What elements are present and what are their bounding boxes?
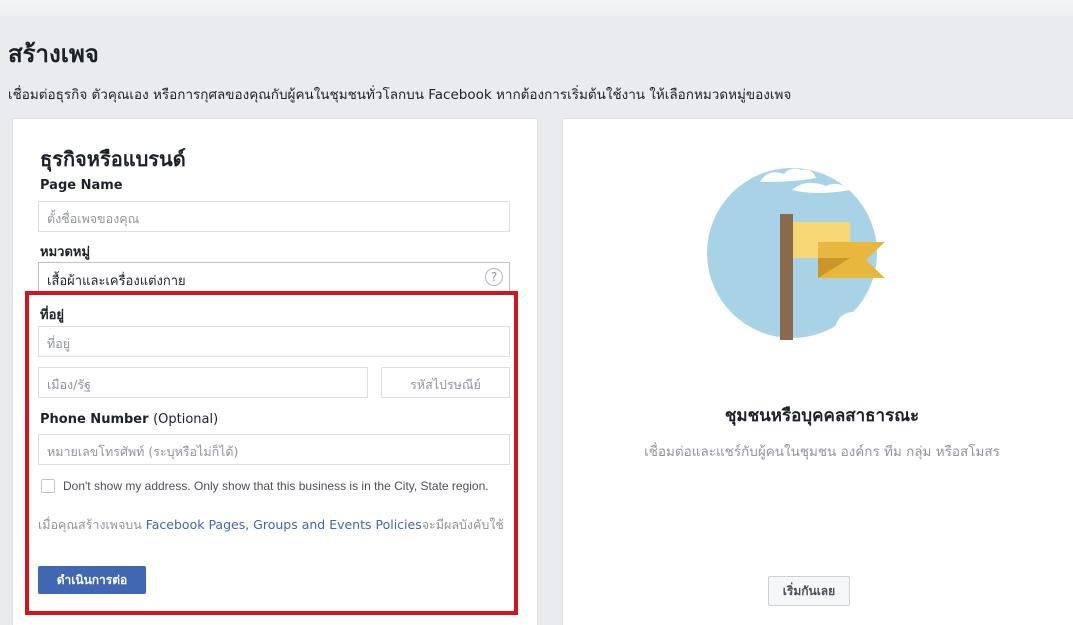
top-banner	[0, 0, 1073, 16]
category-value: เสื้อผ้าและเครื่องแต่งกาย	[47, 274, 186, 289]
community-card-description: เชื่อมต่อและแชร์กับผู้คนในชุมชน องค์กร ท…	[644, 444, 1000, 460]
continue-button[interactable]: ดำเนินการต่อ	[38, 566, 146, 594]
page-name-label: Page Name	[40, 178, 123, 193]
policy-suffix: จะมีผลบังคับใช้	[421, 517, 504, 532]
zip-input[interactable]: รหัสไปรษณีย์	[381, 367, 510, 398]
address-input[interactable]: ที่อยู่	[38, 326, 510, 357]
category-label: หมวดหมู่	[40, 245, 91, 260]
policy-prefix: เมื่อคุณสร้างเพจบน	[38, 517, 146, 532]
page-name-input[interactable]: ตั้งชื่อเพจของคุณ	[38, 201, 510, 232]
community-card-title: ชุมชนหรือบุคคลสาธารณะ	[724, 406, 920, 426]
flag-icon	[707, 168, 937, 340]
address-label: ที่อยู่	[40, 308, 64, 323]
city-input[interactable]: เมือง/รัฐ	[38, 367, 368, 398]
phone-optional-text: (Optional)	[153, 412, 219, 427]
page-title: สร้างเพจ	[8, 40, 99, 68]
phone-label-text: Phone Number	[40, 412, 149, 427]
hide-address-checkbox[interactable]	[41, 479, 55, 493]
policy-text: เมื่อคุณสร้างเพจบน Facebook Pages, Group…	[38, 516, 508, 533]
phone-input[interactable]: หมายเลขโทรศัพท์ (ระบุหรือไม่ก็ได้)	[38, 434, 510, 465]
category-input[interactable]: เสื้อผ้าและเครื่องแต่งกาย ?	[38, 262, 510, 293]
policy-link[interactable]: Facebook Pages, Groups and Events Polici…	[146, 517, 422, 532]
get-started-button[interactable]: เริ่มกันเลย	[768, 576, 850, 606]
phone-label: Phone Number (Optional)	[40, 412, 218, 427]
business-card-title: ธุรกิจหรือแบรนด์	[40, 147, 186, 171]
help-icon[interactable]: ?	[485, 268, 503, 286]
page-subtitle: เชื่อมต่อธุรกิจ ตัวคุณเอง หรือการกุศลของ…	[8, 87, 792, 103]
hide-address-text: Don't show my address. Only show that th…	[63, 479, 489, 493]
